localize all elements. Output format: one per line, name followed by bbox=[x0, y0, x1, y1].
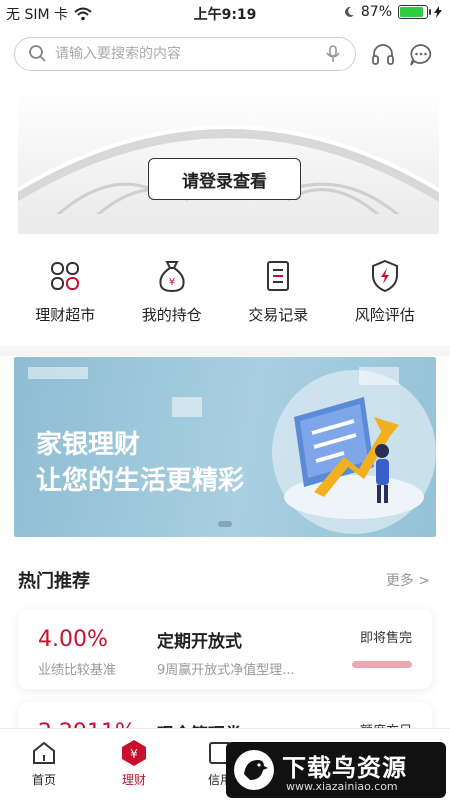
battery-percent: 87% bbox=[360, 4, 392, 20]
shield-lightning-icon bbox=[371, 259, 398, 293]
search-bar[interactable] bbox=[14, 37, 356, 71]
menu-label: 我的持仓 bbox=[141, 306, 202, 324]
product-name: 定期开放式 bbox=[157, 632, 242, 652]
microphone-icon[interactable] bbox=[323, 44, 343, 64]
svg-text:¥: ¥ bbox=[130, 747, 138, 761]
tab-label: 首页 bbox=[31, 773, 56, 787]
promo-banner[interactable]: 家银理财 让您的生活更精彩 bbox=[14, 357, 436, 537]
bird-logo-icon bbox=[234, 750, 274, 790]
product-card[interactable]: 4.00% 业绩比较基准 定期开放式 9周赢开放式净值型理... 即将售完 bbox=[18, 609, 432, 689]
product-description: 9周赢开放式净值型理... bbox=[157, 663, 295, 678]
document-icon bbox=[267, 261, 290, 291]
yuan-hexagon-icon: ¥ bbox=[122, 740, 146, 766]
watermark: 下载鸟资源 www.xiazainiao.com bbox=[226, 742, 446, 798]
promo-text: 家银理财 让您的生活更精彩 bbox=[36, 427, 244, 499]
tab-wealth[interactable]: ¥ 理财 bbox=[104, 739, 164, 788]
more-link[interactable]: 更多 > bbox=[386, 570, 430, 590]
promo-line-1: 家银理财 bbox=[36, 430, 141, 460]
charging-icon bbox=[434, 6, 442, 18]
login-button[interactable]: 请登录查看 bbox=[148, 158, 301, 200]
status-bar: 无 SIM 卡 上午9:19 87% bbox=[0, 0, 450, 26]
menu-item-transaction-records[interactable]: 交易记录 bbox=[228, 258, 328, 338]
menu-label: 交易记录 bbox=[248, 306, 309, 324]
moon-icon bbox=[344, 6, 354, 17]
section-title-hot: 热门推荐 bbox=[18, 571, 90, 592]
battery-icon bbox=[398, 5, 431, 19]
menu-label: 理财超市 bbox=[35, 306, 96, 324]
tab-home[interactable]: 首页 bbox=[14, 739, 74, 788]
menu-item-risk-assessment[interactable]: 风险评估 bbox=[335, 258, 435, 338]
search-input[interactable] bbox=[55, 46, 323, 62]
svg-text:¥: ¥ bbox=[169, 277, 175, 288]
watermark-title: 下载鸟资源 bbox=[282, 754, 407, 782]
menu-item-wealth-market[interactable]: 理财超市 bbox=[15, 258, 115, 338]
quick-menu: 理财超市 ¥ 我的持仓 交易记录 风险评估 bbox=[12, 258, 438, 338]
carousel-indicator bbox=[218, 521, 232, 527]
search-icon bbox=[29, 45, 46, 62]
status-progress-bar bbox=[352, 661, 412, 668]
message-icon[interactable] bbox=[408, 42, 434, 68]
headset-icon[interactable] bbox=[370, 42, 396, 68]
battery-fill bbox=[400, 7, 423, 17]
money-bag-icon: ¥ bbox=[159, 261, 185, 293]
menu-item-my-holdings[interactable]: ¥ 我的持仓 bbox=[122, 258, 222, 338]
menu-label: 风险评估 bbox=[354, 306, 415, 324]
section-divider bbox=[0, 346, 450, 356]
home-icon bbox=[33, 741, 55, 764]
product-rate: 4.00% bbox=[38, 627, 108, 652]
product-rate-label: 业绩比较基准 bbox=[38, 663, 117, 678]
status-right: 87% bbox=[343, 4, 442, 20]
grid-icon bbox=[51, 262, 80, 290]
promo-line-2: 让您的生活更精彩 bbox=[36, 466, 245, 496]
product-status: 即将售完 bbox=[359, 631, 412, 646]
watermark-url: www.xiazainiao.com bbox=[286, 780, 398, 793]
tab-label: 理财 bbox=[121, 773, 146, 787]
